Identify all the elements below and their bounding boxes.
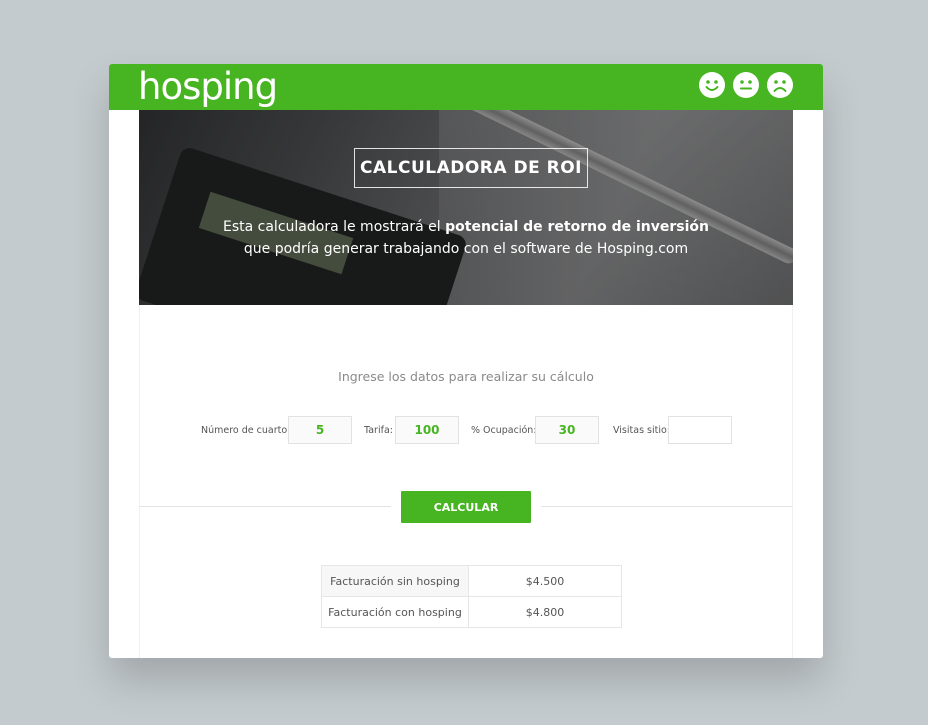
result-value: $4.800 <box>468 596 622 628</box>
hero-description: Esta calculadora le mostrará el potencia… <box>139 216 793 260</box>
hero-line1-bold: potencial de retorno de inversión <box>445 219 709 235</box>
left-margin <box>109 110 139 658</box>
site-visits-input[interactable] <box>668 416 732 444</box>
rate-label: Tarifa: <box>364 425 393 436</box>
table-row: Facturación con hosping $4.800 <box>321 596 622 628</box>
hero-overlay <box>139 110 793 305</box>
rooms-input[interactable]: 5 <box>288 416 352 444</box>
table-row: Facturación sin hosping $4.500 <box>321 565 622 597</box>
hero-line1-text: Esta calculadora le mostrará el <box>223 219 446 235</box>
form-prompt: Ingrese los datos para realizar su cálcu… <box>338 369 594 384</box>
sad-face-icon[interactable] <box>767 72 793 98</box>
calculator-card: hosping CALCULADORA DE ROI Esta calculad… <box>109 64 823 658</box>
header-bar: hosping <box>109 64 823 110</box>
result-label: Facturación con hosping <box>321 596 469 628</box>
results-table: Facturación sin hosping $4.500 Facturaci… <box>321 565 622 628</box>
site-visits-label: Visitas sitio: <box>613 425 670 436</box>
happy-face-icon[interactable] <box>699 72 725 98</box>
result-value: $4.500 <box>468 565 622 597</box>
result-label: Facturación sin hosping <box>321 565 469 597</box>
hero-banner: CALCULADORA DE ROI Esta calculadora le m… <box>139 110 793 305</box>
divider-left <box>139 506 391 507</box>
neutral-face-icon[interactable] <box>733 72 759 98</box>
occupancy-label: % Ocupación: <box>471 425 537 436</box>
rooms-label: Número de cuarto: <box>201 425 291 436</box>
page-title: CALCULADORA DE ROI <box>354 148 588 188</box>
rate-input[interactable]: 100 <box>395 416 459 444</box>
hosping-logo[interactable]: hosping <box>138 65 278 109</box>
calculate-button[interactable]: CALCULAR <box>401 491 531 523</box>
hero-line2-text: que podría generar trabajando con el sof… <box>243 241 689 257</box>
right-margin <box>793 110 823 658</box>
occupancy-input[interactable]: 30 <box>535 416 599 444</box>
divider-right <box>541 506 793 507</box>
feedback-icons <box>699 72 793 98</box>
